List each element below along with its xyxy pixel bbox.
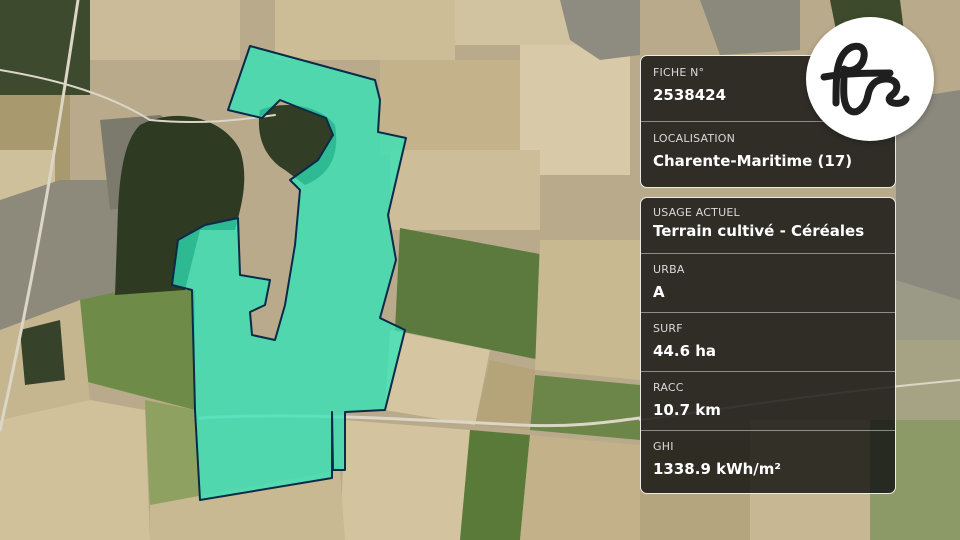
field (0, 400, 150, 540)
ghi-label: GHI (653, 440, 674, 453)
field (520, 435, 640, 540)
field (340, 420, 470, 540)
info-card-details: USAGE ACTUEL Terrain cultivé - Céréales … (640, 197, 896, 494)
urba-field: URBA A (641, 254, 895, 313)
field (390, 150, 540, 230)
urba-value: A (653, 283, 665, 301)
surf-label: SURF (653, 322, 683, 335)
fs-monogram-icon (820, 42, 910, 116)
racc-field: RACC 10.7 km (641, 372, 895, 431)
field (275, 0, 455, 60)
usage-label: USAGE ACTUEL (653, 206, 740, 219)
ghi-field: GHI 1338.9 kWh/m² (641, 431, 895, 490)
usage-value: Terrain cultivé - Céréales (653, 222, 865, 240)
urba-label: URBA (653, 263, 685, 276)
field (145, 400, 200, 510)
localisation-value: Charente-Maritime (17) (653, 152, 853, 170)
forest-patch (20, 320, 65, 385)
field (90, 0, 240, 60)
racc-label: RACC (653, 381, 684, 394)
surf-value: 44.6 ha (653, 342, 717, 360)
ghi-value: 1338.9 kWh/m² (653, 460, 781, 478)
usage-field: USAGE ACTUEL Terrain cultivé - Céréales (641, 198, 895, 254)
field (530, 375, 640, 440)
brand-logo (806, 17, 934, 141)
field (460, 430, 530, 540)
surf-field: SURF 44.6 ha (641, 313, 895, 372)
racc-value: 10.7 km (653, 401, 721, 419)
field (535, 240, 640, 380)
